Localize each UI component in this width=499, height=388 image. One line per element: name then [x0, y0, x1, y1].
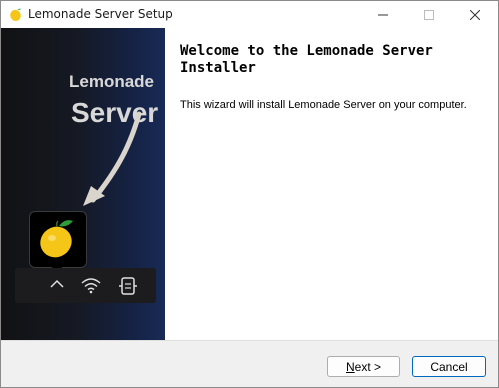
button-bar: Next > Cancel [1, 340, 498, 387]
tray-icon [119, 277, 137, 295]
chevron-up-icon [50, 279, 64, 288]
next-button[interactable]: Next > [327, 356, 400, 377]
title-bar[interactable]: Lemonade Server Setup [1, 1, 498, 28]
welcome-heading: Welcome to the Lemonade Server Installer [180, 43, 433, 76]
cancel-button[interactable]: Cancel [412, 356, 486, 377]
taskbar-illustration [15, 268, 156, 303]
wifi-icon [81, 278, 101, 294]
tray-popup [29, 211, 87, 268]
next-access-key: N [345, 359, 355, 374]
wizard-banner: Lemonade Server [1, 28, 165, 340]
close-button[interactable] [452, 1, 498, 28]
minimize-button[interactable] [360, 1, 406, 28]
lemon-icon [40, 220, 73, 258]
window-title: Lemonade Server Setup [28, 7, 173, 21]
welcome-panel: Welcome to the Lemonade Server Installer… [165, 28, 498, 340]
welcome-description: This wizard will install Lemonade Server… [180, 99, 467, 111]
maximize-button[interactable] [406, 1, 452, 28]
maximize-icon [424, 9, 434, 20]
lemon-icon [10, 8, 22, 21]
minimize-icon [378, 14, 388, 15]
installer-window: Lemonade Server Setup Lemonade Server We… [0, 0, 499, 388]
close-icon [470, 9, 480, 20]
next-label: ext > [354, 359, 382, 374]
